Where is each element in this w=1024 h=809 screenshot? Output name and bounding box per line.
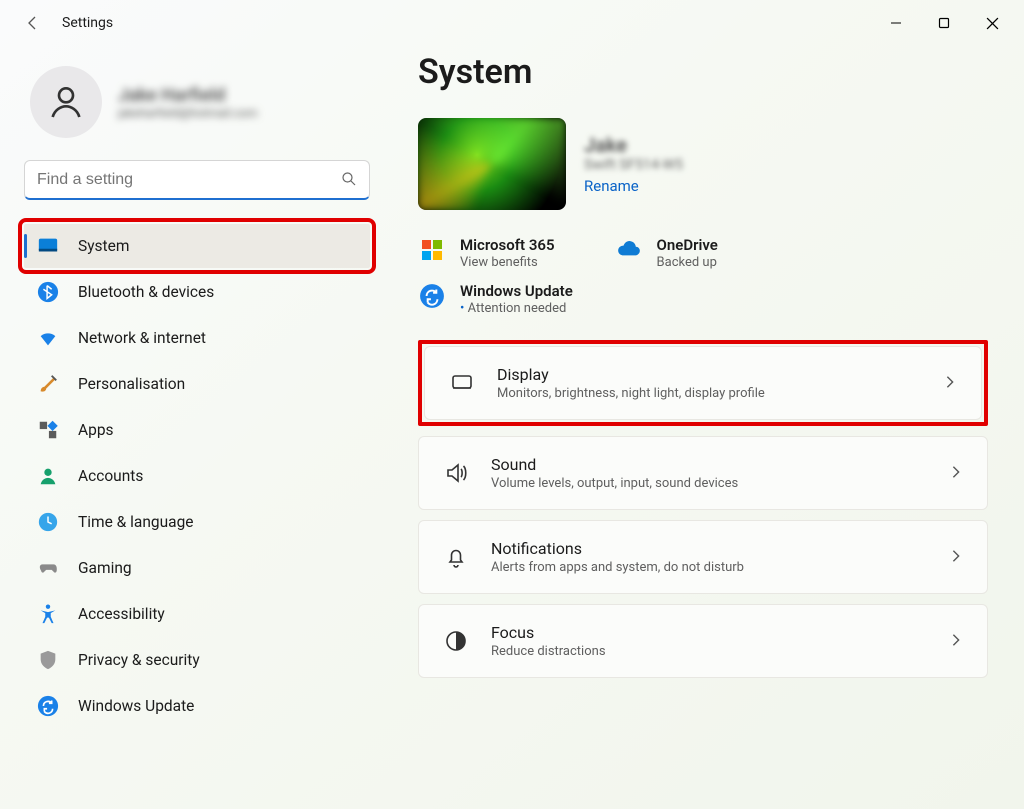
page-title: System	[418, 52, 988, 92]
sidebar-item-time-language[interactable]: Time & language	[24, 500, 370, 544]
close-button[interactable]	[968, 4, 1016, 42]
focus-icon	[443, 629, 469, 653]
chevron-right-icon	[949, 632, 963, 651]
main: System Jake Swift SF514-W5 Rename Micros…	[378, 46, 1024, 809]
settings-list: Display Monitors, brightness, night ligh…	[418, 340, 988, 678]
status-label: OneDrive	[657, 236, 718, 254]
card-sub: Volume levels, output, input, sound devi…	[491, 476, 927, 491]
minimize-button[interactable]	[872, 4, 920, 42]
sidebar-item-label: Personalisation	[78, 375, 185, 393]
rename-link[interactable]: Rename	[584, 177, 639, 195]
device-name: Jake	[584, 133, 683, 157]
search-input[interactable]	[24, 160, 370, 200]
sidebar-item-label: Apps	[78, 421, 114, 439]
update-icon	[418, 282, 446, 310]
sidebar-item-apps[interactable]: Apps	[24, 408, 370, 452]
apps-icon	[36, 418, 60, 442]
sidebar-item-personalisation[interactable]: Personalisation	[24, 362, 370, 406]
sidebar-item-label: Windows Update	[78, 697, 194, 715]
card-display[interactable]: Display Monitors, brightness, night ligh…	[424, 346, 982, 420]
window-controls	[872, 4, 1016, 42]
sidebar-item-label: Bluetooth & devices	[78, 283, 214, 301]
device-image	[418, 118, 566, 210]
status-windows-update[interactable]: Windows Update Attention needed	[418, 282, 573, 316]
profile-name: Jake Harfield	[118, 85, 257, 106]
paintbrush-icon	[36, 372, 60, 396]
microsoft-icon	[418, 236, 446, 264]
status-onedrive[interactable]: OneDrive Backed up	[615, 236, 718, 270]
card-sound[interactable]: Sound Volume levels, output, input, soun…	[418, 436, 988, 510]
chevron-right-icon	[949, 464, 963, 483]
onedrive-icon	[615, 236, 643, 264]
sidebar-item-label: Accessibility	[78, 605, 165, 623]
status-sub: Attention needed	[460, 301, 573, 316]
card-title: Focus	[491, 623, 927, 642]
display-icon	[449, 371, 475, 395]
device-model: Swift SF514-W5	[584, 157, 683, 173]
profile-email: jakeharfield@hotmail.com	[118, 106, 257, 120]
person-icon	[36, 464, 60, 488]
bluetooth-icon	[36, 280, 60, 304]
status-sub: Backed up	[657, 255, 718, 270]
status-label: Windows Update	[460, 282, 573, 300]
titlebar: Settings	[0, 0, 1024, 46]
status-m365[interactable]: Microsoft 365 View benefits	[418, 236, 555, 270]
sidebar: Jake Harfield jakeharfield@hotmail.com S…	[0, 46, 378, 809]
profile-block[interactable]: Jake Harfield jakeharfield@hotmail.com	[24, 66, 368, 138]
card-title: Display	[497, 365, 921, 384]
sidebar-item-windows-update[interactable]: Windows Update	[24, 684, 370, 728]
sidebar-item-label: Privacy & security	[78, 651, 200, 669]
accessibility-icon	[36, 602, 60, 626]
sidebar-item-gaming[interactable]: Gaming	[24, 546, 370, 590]
clock-globe-icon	[36, 510, 60, 534]
card-notifications[interactable]: Notifications Alerts from apps and syste…	[418, 520, 988, 594]
sidebar-item-system[interactable]: System	[24, 224, 370, 268]
gamepad-icon	[36, 556, 60, 580]
back-button[interactable]	[22, 15, 44, 31]
maximize-button[interactable]	[920, 4, 968, 42]
card-focus[interactable]: Focus Reduce distractions	[418, 604, 988, 678]
bell-icon	[443, 545, 469, 569]
window-title: Settings	[62, 15, 113, 31]
status-sub: View benefits	[460, 255, 555, 270]
sidebar-item-label: System	[78, 237, 129, 255]
sidebar-item-label: Accounts	[78, 467, 143, 485]
update-icon	[36, 694, 60, 718]
sidebar-item-bluetooth[interactable]: Bluetooth & devices	[24, 270, 370, 314]
card-sub: Reduce distractions	[491, 644, 927, 659]
chevron-right-icon	[949, 548, 963, 567]
card-sub: Alerts from apps and system, do not dist…	[491, 560, 927, 575]
status-label: Microsoft 365	[460, 236, 555, 254]
sidebar-item-label: Gaming	[78, 559, 132, 577]
sidebar-item-label: Network & internet	[78, 329, 206, 347]
avatar	[30, 66, 102, 138]
sidebar-item-accessibility[interactable]: Accessibility	[24, 592, 370, 636]
search-icon	[340, 170, 358, 192]
sidebar-item-network[interactable]: Network & internet	[24, 316, 370, 360]
nav: System Bluetooth & devices Network & int…	[24, 224, 370, 728]
card-title: Sound	[491, 455, 927, 474]
wifi-icon	[36, 326, 60, 350]
sound-icon	[443, 461, 469, 485]
card-sub: Monitors, brightness, night light, displ…	[497, 386, 921, 401]
device-row: Jake Swift SF514-W5 Rename	[418, 118, 988, 210]
sidebar-item-label: Time & language	[78, 513, 194, 531]
system-icon	[36, 234, 60, 258]
chevron-right-icon	[943, 374, 957, 393]
search-box	[24, 160, 370, 200]
sidebar-item-privacy[interactable]: Privacy & security	[24, 638, 370, 682]
shield-icon	[36, 648, 60, 672]
card-title: Notifications	[491, 539, 927, 558]
sidebar-item-accounts[interactable]: Accounts	[24, 454, 370, 498]
